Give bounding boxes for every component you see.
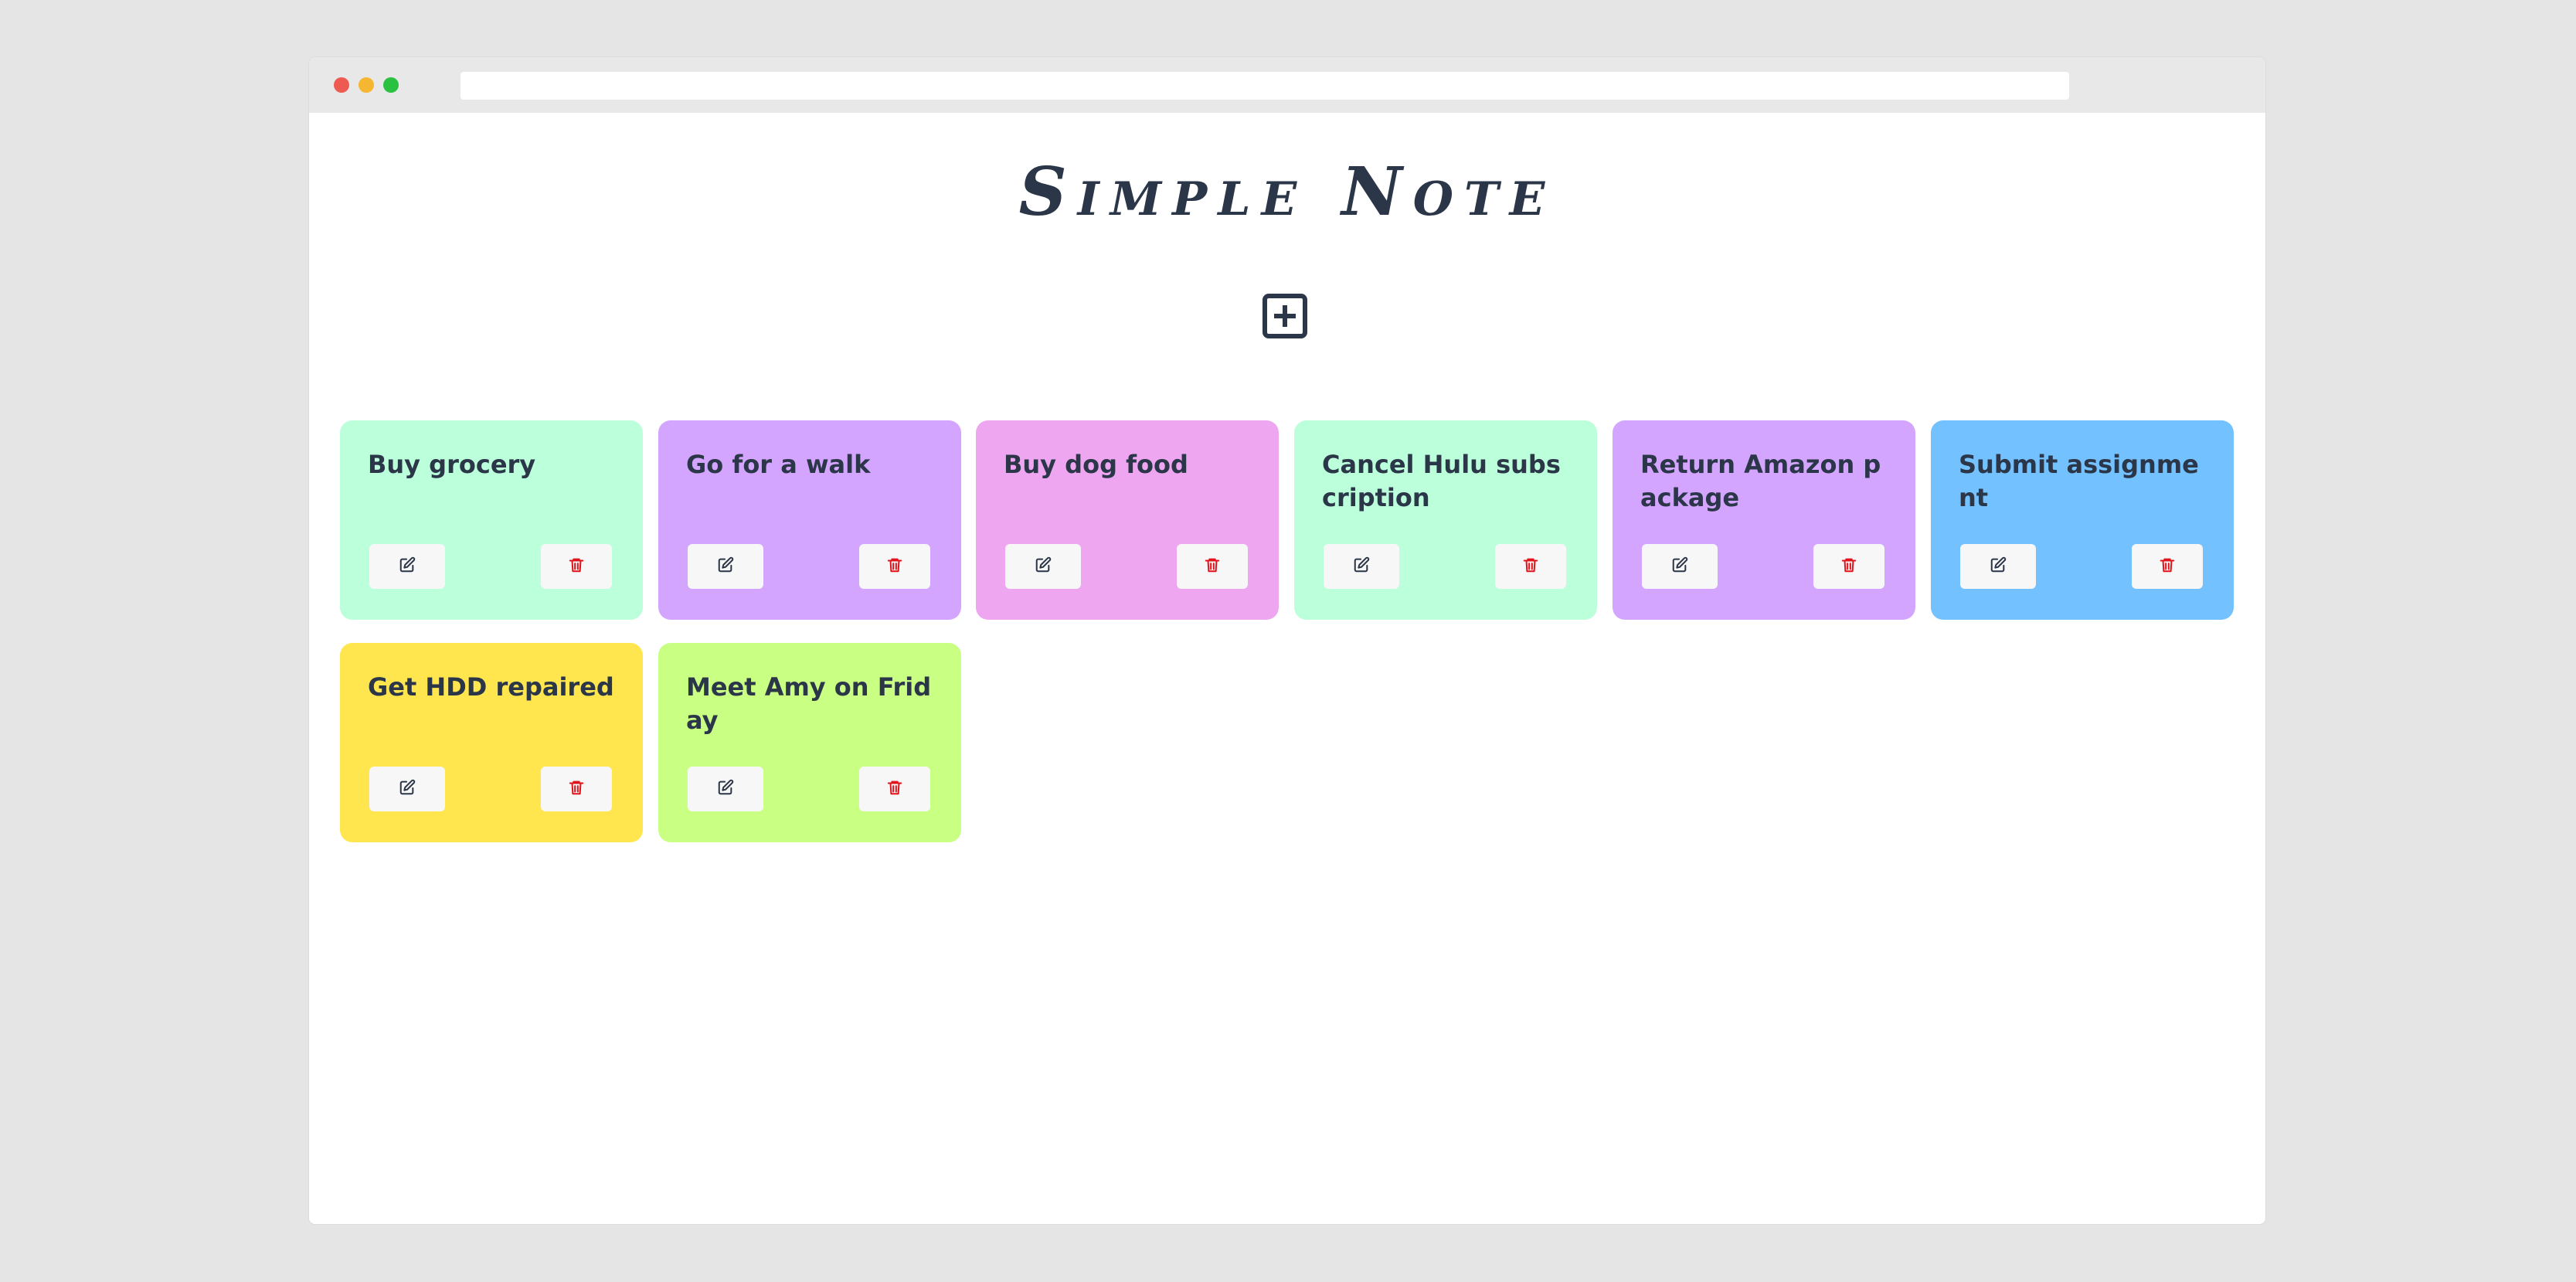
edit-note-button[interactable] <box>688 767 763 811</box>
delete-note-button[interactable] <box>541 544 612 589</box>
edit-note-button[interactable] <box>369 544 445 589</box>
edit-note-button[interactable] <box>1324 544 1399 589</box>
browser-window: Simple Note Buy grocery Go for a walk Bu… <box>309 57 2265 1224</box>
note-card: Buy grocery <box>340 420 643 620</box>
edit-icon <box>1671 556 1688 576</box>
delete-note-button[interactable] <box>859 767 930 811</box>
note-card: Meet Amy on Friday <box>658 643 961 842</box>
browser-toolbar <box>309 57 2265 113</box>
trash-icon <box>886 556 903 576</box>
trash-icon <box>1840 556 1857 576</box>
page-title: Simple Note <box>1018 153 1556 231</box>
note-title: Meet Amy on Friday <box>686 672 932 735</box>
note-title: Buy grocery <box>368 450 536 479</box>
edit-icon <box>717 779 734 799</box>
edit-icon <box>399 556 416 576</box>
trash-icon <box>886 779 903 799</box>
close-window-button[interactable] <box>334 77 349 93</box>
edit-icon <box>717 556 734 576</box>
delete-note-button[interactable] <box>2132 544 2203 589</box>
trash-icon <box>568 779 585 799</box>
maximize-window-button[interactable] <box>383 77 399 93</box>
minimize-window-button[interactable] <box>359 77 374 93</box>
note-card: Buy dog food <box>976 420 1279 620</box>
note-card: Submit assignment <box>1931 420 2234 620</box>
delete-note-button[interactable] <box>1813 544 1884 589</box>
delete-note-button[interactable] <box>1177 544 1248 589</box>
edit-note-button[interactable] <box>1005 544 1081 589</box>
edit-icon <box>399 779 416 799</box>
note-card: Return Amazon package <box>1613 420 1915 620</box>
note-card: Cancel Hulu subscription <box>1294 420 1597 620</box>
page-content: Simple Note Buy grocery Go for a walk Bu… <box>309 113 2265 1224</box>
note-title: Submit assignment <box>1959 450 2199 512</box>
edit-note-button[interactable] <box>369 767 445 811</box>
note-title: Return Amazon package <box>1640 450 1881 512</box>
trash-icon <box>568 556 585 576</box>
edit-note-button[interactable] <box>1960 544 2036 589</box>
edit-note-button[interactable] <box>1642 544 1718 589</box>
note-title: Go for a walk <box>686 450 871 479</box>
note-title: Cancel Hulu subscription <box>1322 450 1561 512</box>
note-title: Get HDD repaired <box>368 672 614 702</box>
add-note-button[interactable] <box>1263 294 1307 338</box>
edit-icon <box>1990 556 2007 576</box>
note-card: Get HDD repaired <box>340 643 643 842</box>
note-card: Go for a walk <box>658 420 961 620</box>
delete-note-button[interactable] <box>1495 544 1566 589</box>
delete-note-button[interactable] <box>859 544 930 589</box>
address-bar[interactable] <box>460 72 2069 100</box>
note-title: Buy dog food <box>1004 450 1188 479</box>
edit-note-button[interactable] <box>688 544 763 589</box>
edit-icon <box>1035 556 1052 576</box>
trash-icon <box>1522 556 1539 576</box>
edit-icon <box>1353 556 1370 576</box>
delete-note-button[interactable] <box>541 767 612 811</box>
trash-icon <box>1204 556 1221 576</box>
trash-icon <box>2159 556 2176 576</box>
